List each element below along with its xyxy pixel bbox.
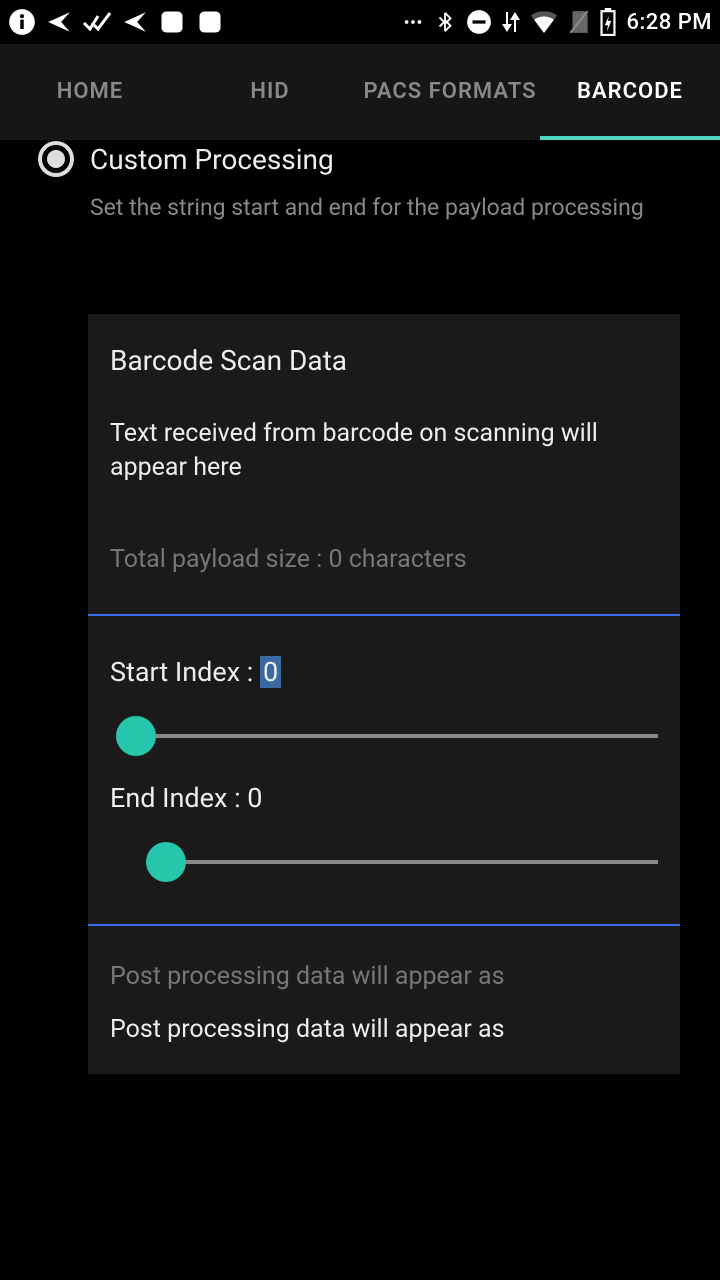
tab-hid-label: HID [250, 78, 289, 106]
post-processing-label: Post processing data will appear as [110, 962, 658, 991]
status-left [8, 8, 224, 36]
slider-thumb-icon[interactable] [116, 716, 156, 756]
scan-data-text: Text received from barcode on scanning w… [110, 417, 658, 485]
info-icon [8, 8, 36, 36]
tab-bar: HOME HID PACS FORMATS BARCODE [0, 44, 720, 140]
wifi-icon [530, 11, 558, 33]
status-right: 6:28 PM [402, 8, 712, 36]
start-index-prefix: Start Index : [110, 656, 260, 688]
start-index-label: Start Index : 0 [110, 656, 658, 688]
end-index-slider[interactable] [110, 840, 658, 884]
tab-home[interactable]: HOME [0, 44, 180, 140]
radio-icon [38, 141, 74, 177]
no-sim-icon [568, 9, 590, 35]
scan-data-section: Barcode Scan Data Text received from bar… [88, 314, 680, 614]
send-icon [46, 9, 72, 35]
index-sliders: Start Index : 0 End Index : 0 [88, 616, 680, 924]
dnd-icon [466, 9, 492, 35]
post-processing-value: Post processing data will appear as [110, 1015, 658, 1044]
barcode-card: Barcode Scan Data Text received from bar… [88, 314, 680, 1074]
custom-processing-radio[interactable]: Custom Processing [0, 138, 720, 180]
tab-pacs[interactable]: PACS FORMATS [360, 44, 540, 140]
data-icon [502, 9, 520, 35]
bluetooth-icon [434, 9, 456, 35]
tab-hid[interactable]: HID [180, 44, 360, 140]
tab-pacs-label: PACS FORMATS [363, 78, 536, 106]
tab-barcode[interactable]: BARCODE [540, 44, 720, 140]
battery-icon [600, 8, 616, 36]
post-processing-section: Post processing data will appear as Post… [88, 926, 680, 1074]
status-time: 6:28 PM [626, 10, 712, 35]
tab-home-label: HOME [57, 78, 123, 106]
slider-thumb-icon[interactable] [146, 842, 186, 882]
start-index-value: 0 [260, 656, 281, 688]
custom-processing-label: Custom Processing [90, 143, 334, 176]
payload-size: Total payload size : 0 characters [110, 545, 658, 574]
start-index-slider[interactable] [110, 714, 658, 758]
more-icon [402, 11, 424, 33]
double-check-icon [82, 9, 112, 35]
custom-processing-sub: Set the string start and end for the pay… [0, 180, 720, 224]
send-icon-2 [122, 9, 148, 35]
content: Custom Processing Set the string start a… [0, 138, 720, 1074]
end-index-label: End Index : 0 [110, 782, 658, 814]
scan-data-title: Barcode Scan Data [110, 344, 658, 377]
square-icon [158, 8, 186, 36]
square-icon-2 [196, 8, 224, 36]
status-bar: 6:28 PM [0, 0, 720, 44]
tab-barcode-label: BARCODE [577, 78, 683, 106]
